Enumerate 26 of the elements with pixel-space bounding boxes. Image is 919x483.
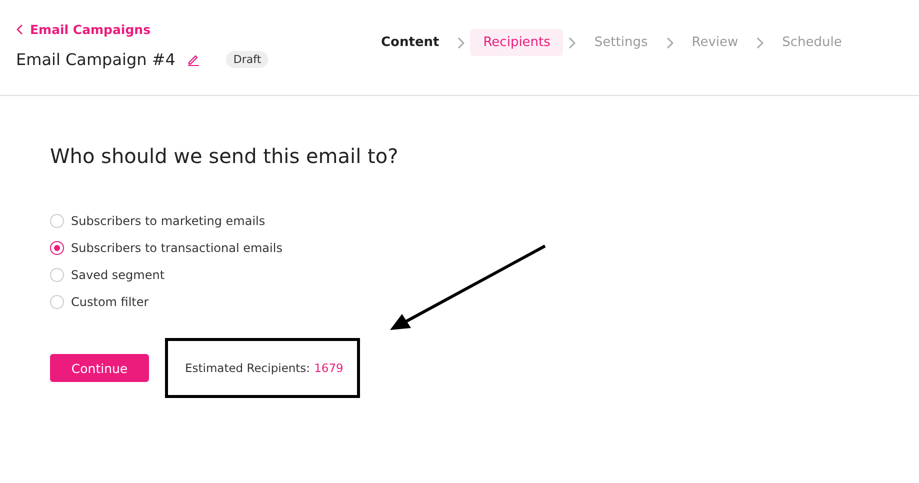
chevron-icon <box>457 36 466 48</box>
recipient-count: 1679 <box>314 361 344 375</box>
radio-option[interactable]: Saved segment <box>50 261 919 288</box>
estimate-label: Estimated Recipients: <box>185 361 310 375</box>
step-tab[interactable]: Settings <box>581 29 661 56</box>
step-tab[interactable]: Review <box>678 29 752 56</box>
status-badge: Draft <box>226 51 268 68</box>
radio-option[interactable]: Custom filter <box>50 288 919 315</box>
chevron-icon <box>666 36 674 48</box>
question-heading: Who should we send this email to? <box>50 144 400 168</box>
back-chevron-icon[interactable] <box>16 24 24 35</box>
campaign-title: Email Campaign #4 <box>16 50 176 69</box>
pencil-icon[interactable] <box>187 53 200 66</box>
step-tab[interactable]: Content <box>368 29 452 56</box>
step-tab[interactable]: Recipients <box>470 29 564 56</box>
chevron-icon <box>568 36 576 48</box>
radio-button[interactable] <box>50 294 64 308</box>
radio-button[interactable] <box>50 268 64 282</box>
back-link[interactable]: Email Campaigns <box>16 22 151 37</box>
radio-option[interactable]: Subscribers to marketing emails <box>50 207 919 234</box>
radio-button[interactable] <box>50 214 64 228</box>
radio-option[interactable]: Subscribers to transactional emails <box>50 234 919 261</box>
radio-button[interactable] <box>50 240 64 254</box>
continue-button[interactable]: Continue <box>50 354 149 382</box>
step-tab[interactable]: Schedule <box>769 29 855 56</box>
chevron-icon <box>756 36 764 48</box>
